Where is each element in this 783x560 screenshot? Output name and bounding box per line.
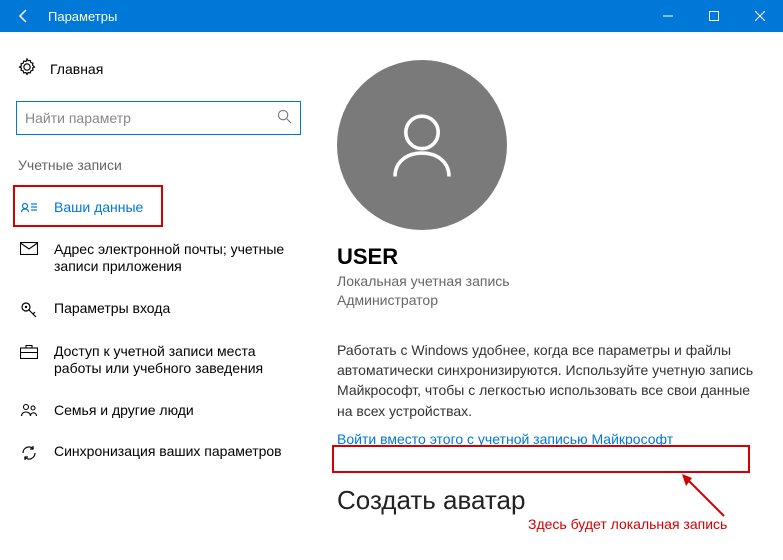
sync-description: Работать с Windows удобнее, когда все па…	[337, 340, 761, 421]
sidebar-item-email-accounts[interactable]: Адрес электронной почты; учетные записи …	[12, 229, 305, 288]
sidebar: Главная Учетные записи Ваши данные Адрес…	[0, 32, 315, 560]
maximize-button[interactable]	[691, 0, 737, 32]
close-icon	[755, 11, 765, 21]
briefcase-icon	[20, 343, 38, 359]
sidebar-item-your-info[interactable]: Ваши данные	[12, 187, 305, 229]
sidebar-item-work-access[interactable]: Доступ к учетной записи места работы или…	[12, 331, 305, 390]
account-type: Локальная учетная запись	[337, 272, 761, 291]
minimize-icon	[663, 11, 673, 21]
sidebar-item-label: Ваши данные	[54, 199, 297, 217]
arrow-left-icon	[16, 8, 32, 24]
username: USER	[337, 244, 761, 270]
account-role: Администратор	[337, 291, 761, 310]
sidebar-item-label: Доступ к учетной записи места работы или…	[54, 343, 297, 378]
sidebar-item-signin-options[interactable]: Параметры входа	[12, 288, 305, 331]
search-box[interactable]	[16, 101, 301, 135]
sidebar-item-label: Параметры входа	[54, 300, 297, 318]
key-icon	[20, 300, 38, 319]
minimize-button[interactable]	[645, 0, 691, 32]
user-icon	[377, 100, 467, 190]
annotation-text: Здесь будет локальная запись	[528, 516, 727, 532]
sign-in-microsoft-link[interactable]: Войти вместо этого с учетной записью Май…	[337, 431, 673, 447]
home-button[interactable]: Главная	[12, 48, 305, 89]
sidebar-item-label: Адрес электронной почты; учетные записи …	[54, 241, 297, 276]
window-controls	[645, 0, 783, 32]
maximize-icon	[709, 11, 719, 21]
titlebar: Параметры	[0, 0, 783, 32]
content: Главная Учетные записи Ваши данные Адрес…	[0, 32, 783, 560]
mail-icon	[20, 241, 38, 255]
sidebar-item-label: Семья и другие люди	[54, 402, 297, 420]
sidebar-item-sync[interactable]: Синхронизация ваших параметров	[12, 431, 305, 474]
close-button[interactable]	[737, 0, 783, 32]
sync-icon	[20, 443, 38, 462]
window-title: Параметры	[48, 9, 117, 24]
home-label: Главная	[50, 61, 103, 77]
avatar	[337, 60, 507, 230]
people-icon	[20, 402, 38, 418]
category-label: Учетные записи	[12, 157, 305, 187]
create-avatar-heading: Создать аватар	[337, 485, 761, 516]
search-input[interactable]	[25, 110, 277, 126]
gear-icon	[18, 58, 36, 79]
back-button[interactable]	[8, 0, 40, 32]
sidebar-item-family[interactable]: Семья и другие люди	[12, 390, 305, 432]
id-card-icon	[20, 199, 38, 214]
sidebar-item-label: Синхронизация ваших параметров	[54, 443, 297, 461]
search-icon	[277, 109, 292, 127]
main-panel: USER Локальная учетная запись Администра…	[315, 32, 783, 560]
